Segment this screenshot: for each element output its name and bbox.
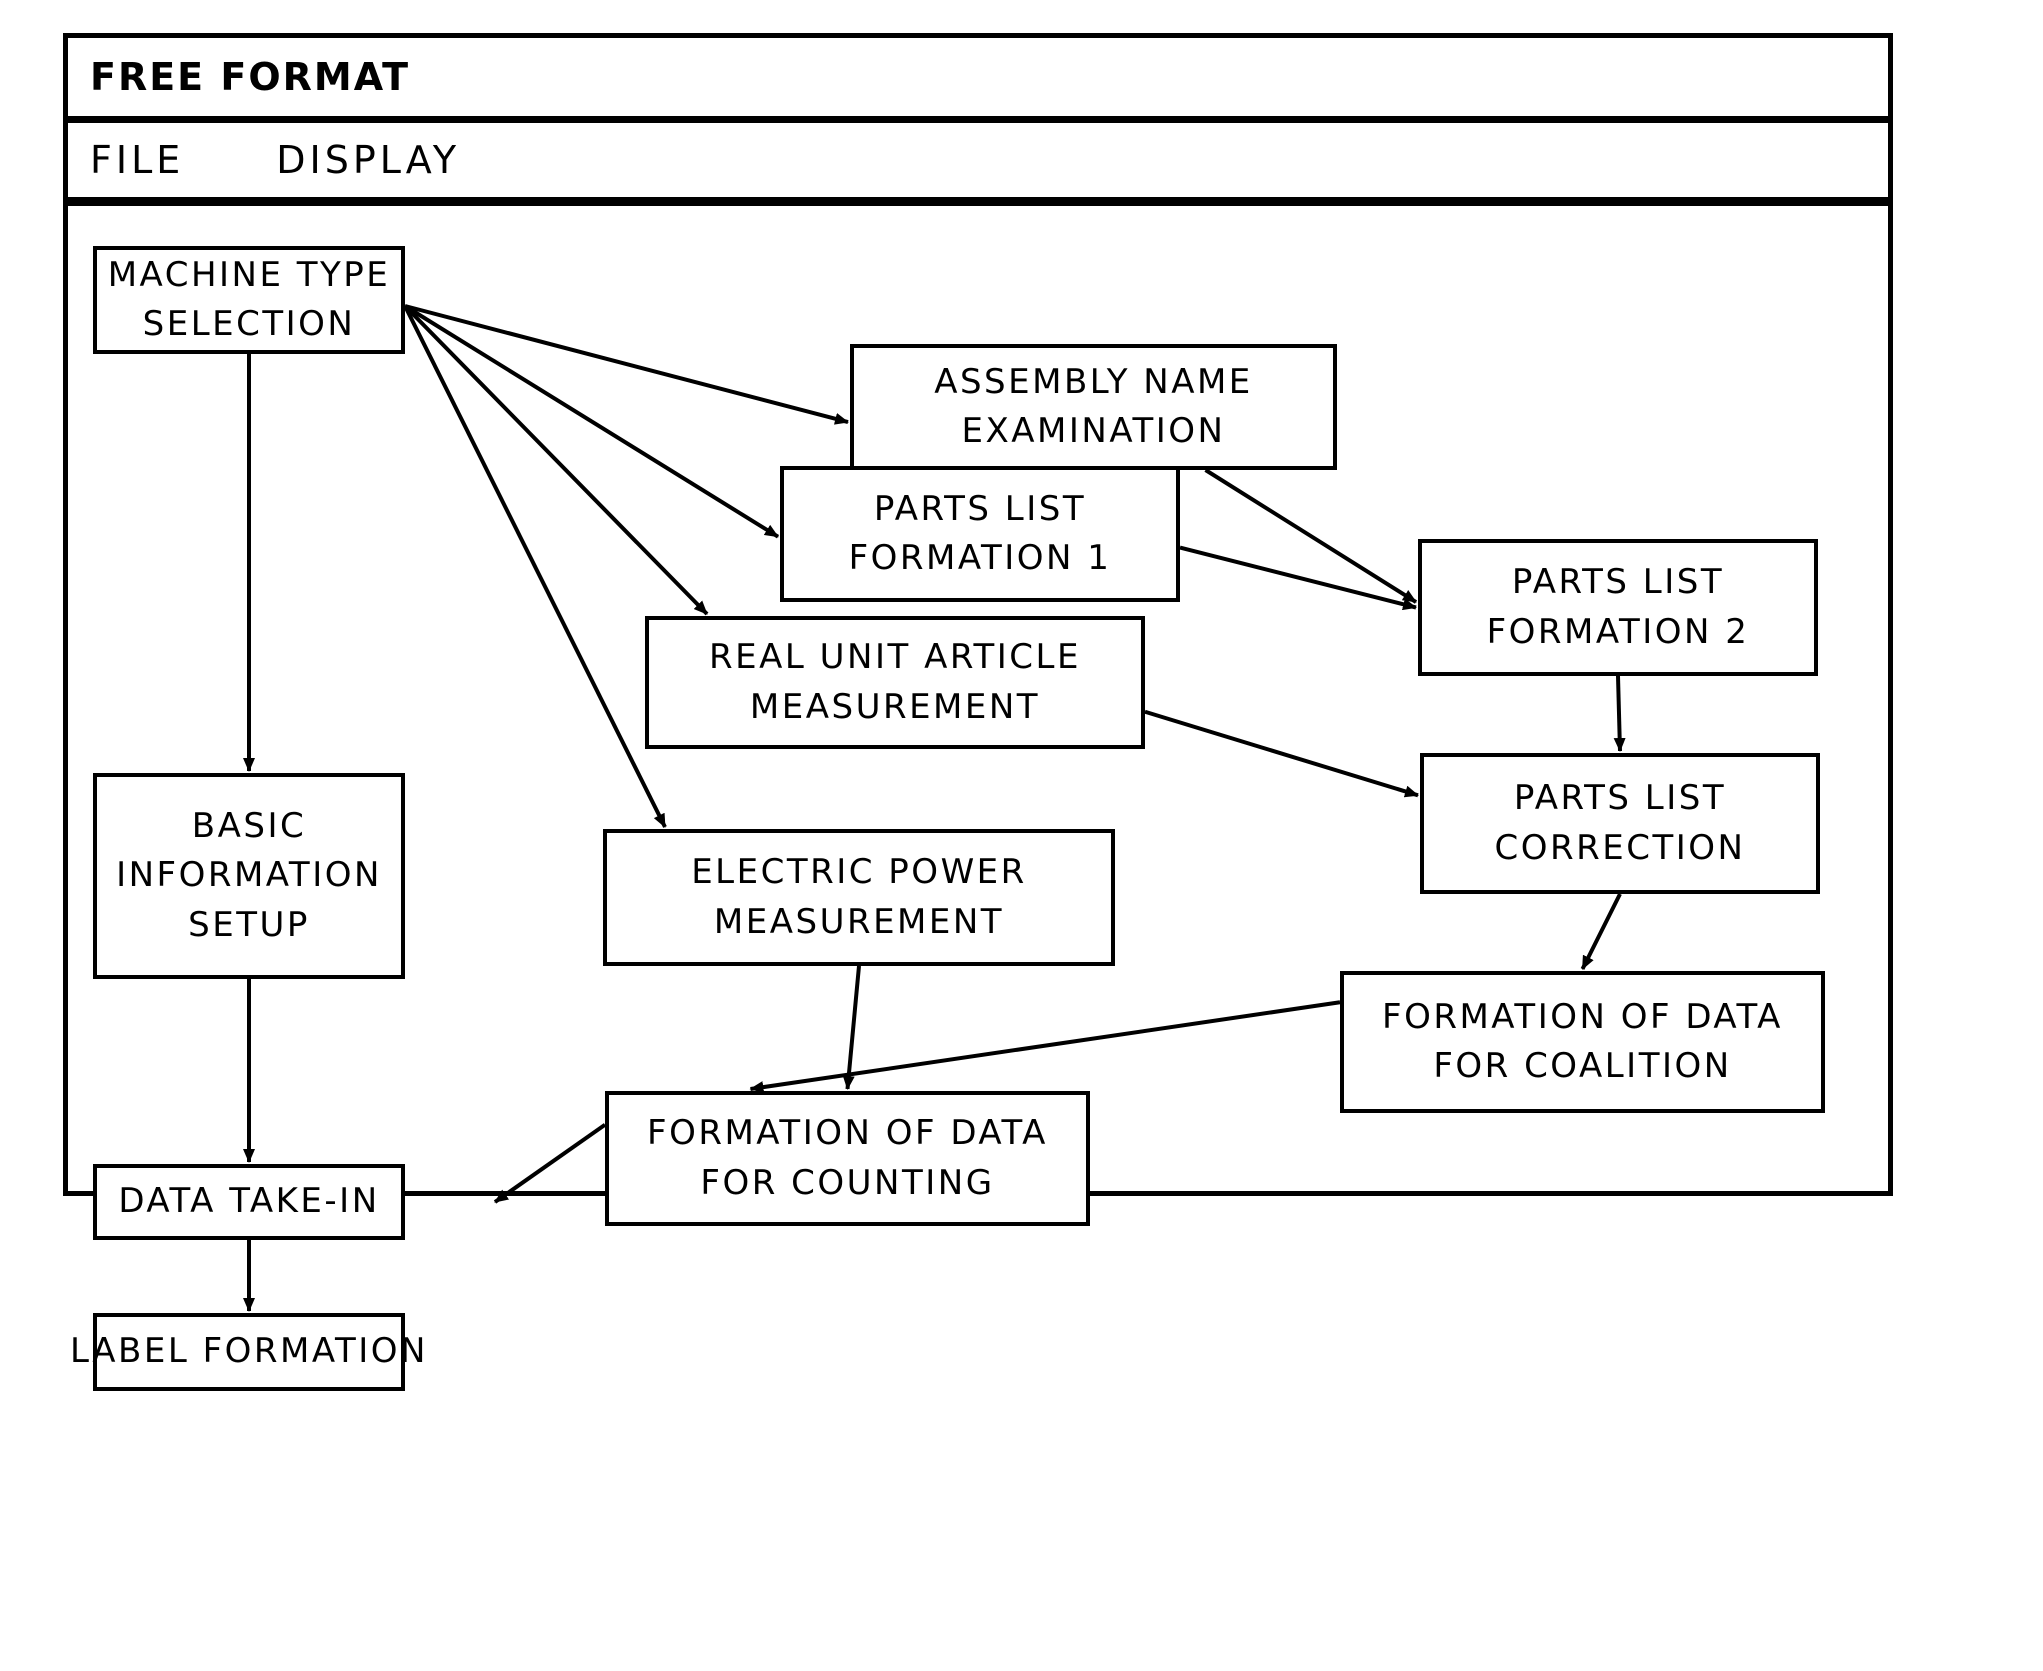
flow-node-label: LABEL FORMATION	[70, 1331, 428, 1372]
edge-formation-of-data-for-counting-to-data-take-in	[493, 1123, 607, 1204]
menu-item-display[interactable]: DISPLAY	[184, 138, 460, 182]
flow-node-label: FOR COALITION	[1433, 1046, 1732, 1086]
flow-node-parts-list-formation-2[interactable]: PARTS LIST FORMATION 2	[1418, 539, 1818, 676]
flow-node-label: REAL UNIT ARTICLE	[709, 637, 1081, 678]
flow-node-label: FOR COUNTING	[700, 1162, 995, 1203]
edge-parts-list-correction-to-formation-of-data-for-coalition	[1580, 893, 1622, 970]
flow-node-label: INFORMATION	[116, 855, 382, 896]
flow-node-label: FORMATION 1	[848, 538, 1112, 578]
flow-node-label: MACHINE TYPE	[107, 254, 391, 295]
edge-electric-power-measurement-to-formation-of-data-for-counting	[842, 965, 861, 1090]
flow-node-label: MEASUREMENT	[749, 686, 1041, 727]
menu-item-file[interactable]: FILE	[68, 138, 184, 182]
edge-machine-type-selection-to-assembly-name-examination	[404, 304, 849, 425]
flow-node-label: SETUP	[188, 904, 310, 945]
edge-formation-of-data-for-coalition-to-formation-of-data-for-counting	[749, 1000, 1341, 1094]
edge-real-unit-article-measurement-to-parts-list-correction	[1144, 709, 1419, 798]
flow-node-label: SELECTION	[142, 304, 356, 344]
flow-node-assembly-name-examination[interactable]: ASSEMBLY NAME EXAMINATION	[850, 344, 1337, 470]
flow-node-formation-of-data-for-counting[interactable]: FORMATION OF DATA FOR COUNTING	[605, 1091, 1090, 1226]
flow-node-label: FORMATION OF DATA	[1382, 996, 1783, 1037]
title-bar: FREE FORMAT	[68, 38, 1888, 123]
flow-node-real-unit-article-measurement[interactable]: REAL UNIT ARTICLE MEASUREMENT	[645, 616, 1145, 749]
flow-node-parts-list-formation-1[interactable]: PARTS LIST FORMATION 1	[780, 466, 1180, 602]
flow-node-label: BASIC	[191, 806, 307, 847]
flow-node-label: FORMATION 2	[1486, 611, 1750, 652]
flow-node-electric-power-measurement[interactable]: ELECTRIC POWER MEASUREMENT	[603, 829, 1115, 966]
flow-node-label: DATA TAKE-IN	[118, 1181, 380, 1222]
flow-node-label: PARTS LIST	[1513, 778, 1727, 819]
flow-node-label: ELECTRIC POWER	[691, 852, 1027, 893]
flow-node-label: MEASUREMENT	[713, 901, 1005, 942]
flow-node-data-take-in[interactable]: DATA TAKE-IN	[93, 1164, 405, 1240]
flow-node-machine-type-selection[interactable]: MACHINE TYPE SELECTION	[93, 246, 405, 354]
flow-node-label: FORMATION OF DATA	[647, 1113, 1048, 1154]
flow-node-formation-of-data-for-coalition[interactable]: FORMATION OF DATA FOR COALITION	[1340, 971, 1825, 1113]
application-window: FREE FORMAT FILE DISPLAY MACHINE TYPE SEL…	[63, 33, 1893, 1391]
flow-node-label: PARTS LIST	[873, 488, 1087, 529]
flow-node-parts-list-correction[interactable]: PARTS LIST CORRECTION	[1420, 753, 1820, 894]
flow-node-label: PARTS LIST	[1511, 562, 1725, 603]
flowchart-canvas: MACHINE TYPE SELECTION ASSEMBLY NAME EXAMIN…	[68, 206, 1888, 1391]
edge-machine-type-selection-to-real-unit-article-measurement	[403, 304, 709, 616]
flow-node-basic-information-setup[interactable]: BASIC INFORMATION SETUP	[93, 773, 405, 979]
flow-node-label: EXAMINATION	[961, 411, 1226, 451]
flow-node-label: CORRECTION	[1494, 827, 1746, 868]
window-title: FREE FORMAT	[90, 55, 411, 99]
flow-node-label: ASSEMBLY NAME	[934, 361, 1253, 402]
flow-node-label-formation[interactable]: LABEL FORMATION	[70, 1313, 425, 1391]
edge-parts-list-formation-2-to-parts-list-correction	[1613, 675, 1626, 752]
menu-bar: FILE DISPLAY	[68, 123, 1888, 206]
